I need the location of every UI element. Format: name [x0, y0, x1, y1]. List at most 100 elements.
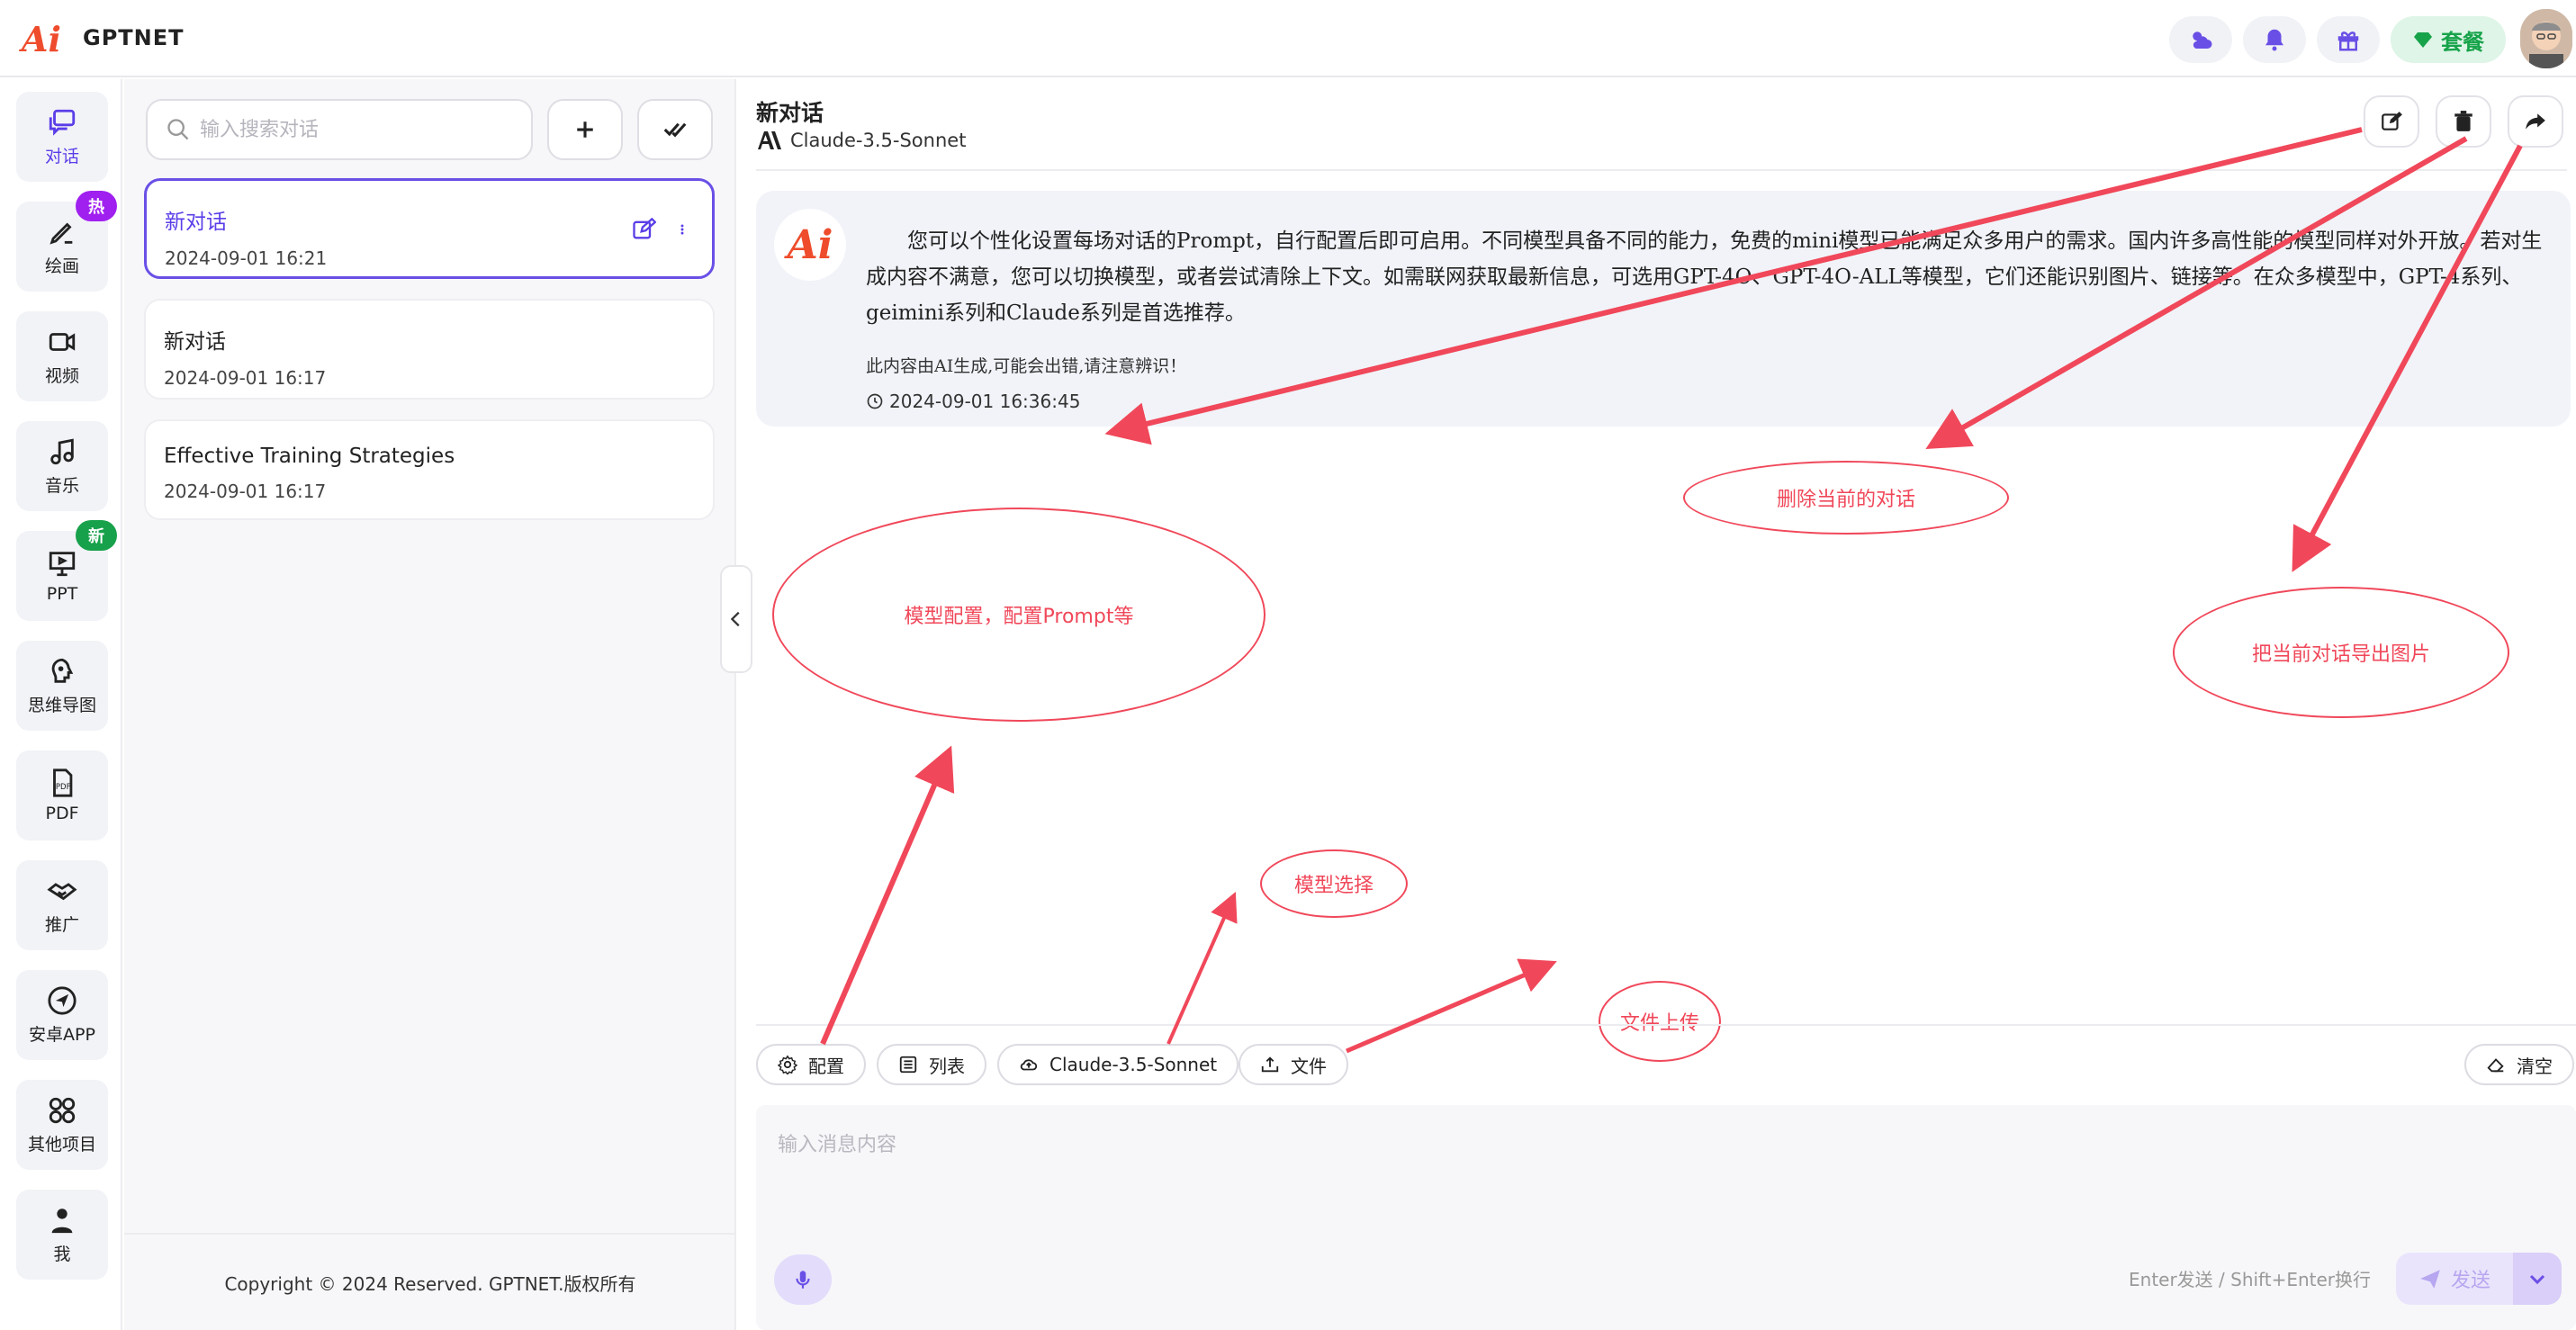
annotation-file-upload: 文件上传: [1599, 981, 1721, 1062]
gift-icon: [2337, 31, 2359, 51]
send-button[interactable]: 发送: [2396, 1253, 2513, 1305]
user-avatar[interactable]: [2520, 9, 2572, 68]
chat-model: Claude-3.5-Sonnet: [756, 130, 966, 151]
edit-icon[interactable]: [631, 217, 656, 242]
model-select-label: Claude-3.5-Sonnet: [1049, 1054, 1218, 1075]
top-bar: Ai GPTNET 套餐: [0, 0, 2576, 77]
gear-icon: [778, 1055, 797, 1074]
edit-icon: [2382, 112, 2402, 130]
assistant-message: Ai 您可以个性化设置每场对话的Prompt，自行配置后即可启用。不同模型具备不…: [756, 191, 2571, 427]
plan-label: 套餐: [2441, 29, 2484, 55]
new-conversation-button[interactable]: [547, 99, 623, 160]
clock-icon: [867, 393, 883, 409]
nav-item-me[interactable]: 我: [16, 1190, 108, 1280]
nav-item-other-projects[interactable]: 其他项目: [16, 1080, 108, 1170]
video-icon: [49, 332, 76, 351]
music-icon: [50, 438, 74, 464]
trash-icon: [2454, 111, 2472, 131]
presentation-icon: [49, 552, 76, 577]
message-time: 2024-09-01 16:36:45: [866, 391, 1080, 412]
app-logo[interactable]: Ai: [22, 20, 65, 59]
message-input[interactable]: [756, 1105, 2556, 1249]
theme-toggle-button[interactable]: [2169, 16, 2232, 63]
conversation-item[interactable]: 新对话 2024-09-01 16:17: [144, 299, 715, 400]
message-composer: Enter发送 / Shift+Enter换行 发送: [756, 1105, 2576, 1330]
search-input[interactable]: [200, 118, 506, 141]
nav-label: 音乐: [44, 475, 79, 496]
config-button[interactable]: 配置: [756, 1044, 866, 1085]
nav-item-mindmap[interactable]: 思维导图: [16, 641, 108, 731]
nav-item-pdf[interactable]: PDF PDF: [16, 750, 108, 840]
handshake-icon: [47, 882, 77, 900]
notifications-button[interactable]: [2243, 16, 2306, 63]
conversation-date: 2024-09-01 16:21: [165, 247, 328, 269]
nav-label: PPT: [46, 584, 78, 604]
nav-item-ppt[interactable]: PPT 新: [16, 520, 117, 621]
chat-title: 新对话: [756, 100, 824, 126]
conversation-title: Effective Training Strategies: [164, 445, 455, 468]
nav-label: 视频: [44, 365, 79, 386]
conversation-date: 2024-09-01 16:17: [164, 367, 327, 389]
grid-icon: [49, 1097, 76, 1123]
annotation-model-select: 模型选择: [1260, 849, 1408, 918]
microphone-icon: [796, 1271, 810, 1289]
header-divider: [756, 169, 2567, 171]
chat-icon: [49, 109, 76, 136]
nav-item-android-app[interactable]: 安卓APP: [16, 970, 108, 1060]
list-label: 列表: [929, 1055, 965, 1077]
gift-button[interactable]: [2317, 16, 2380, 63]
mindmap-icon: [51, 658, 74, 683]
plan-button[interactable]: 套餐: [2391, 16, 2506, 63]
nav-item-promote[interactable]: 推广: [16, 860, 108, 950]
svg-text:PDF: PDF: [56, 783, 71, 792]
edit-config-button[interactable]: [2364, 95, 2419, 148]
search-box: [146, 99, 533, 160]
user-icon: [51, 1208, 73, 1233]
nav-label: 安卓APP: [29, 1024, 95, 1045]
toolbar-divider: [756, 1024, 2576, 1026]
message-text: 您可以个性化设置每场对话的Prompt，自行配置后即可启用。不同模型具备不同的能…: [866, 229, 2543, 325]
upload-icon: [1261, 1056, 1279, 1073]
eraser-icon: [2487, 1058, 2504, 1073]
file-label: 文件: [1291, 1055, 1327, 1077]
nav-item-chat[interactable]: 对话: [16, 92, 108, 182]
clear-button[interactable]: 清空: [2464, 1044, 2574, 1085]
list-icon: [899, 1056, 917, 1074]
clear-label: 清空: [2517, 1055, 2553, 1077]
diamond-icon: [2414, 32, 2432, 48]
pdf-icon: PDF: [53, 768, 73, 797]
paper-plane-icon: [2420, 1270, 2440, 1289]
copyright-text: Copyright © 2024 Reserved. GPTNET.版权所有: [124, 1233, 736, 1330]
nav-item-video[interactable]: 视频: [16, 311, 108, 401]
send-hint: Enter发送 / Shift+Enter换行: [2129, 1269, 2372, 1290]
send-label: 发送: [2450, 1270, 2490, 1292]
weather-theme-icon: [2193, 31, 2212, 49]
nav-label: 绘画: [44, 256, 79, 276]
nav-label: 推广: [44, 914, 79, 935]
nav-label: 对话: [44, 146, 79, 166]
conversation-item[interactable]: 新对话 2024-09-01 16:21: [144, 178, 715, 279]
plus-icon: [577, 121, 593, 138]
avatar-icon: [2520, 9, 2572, 68]
send-options-button[interactable]: [2513, 1253, 2562, 1305]
message-time-label: 2024-09-01 16:36:45: [889, 391, 1081, 412]
nav-label: 其他项目: [27, 1134, 96, 1155]
voice-input-button[interactable]: [774, 1254, 832, 1305]
nav-label: PDF: [45, 804, 79, 823]
batch-select-button[interactable]: [637, 99, 713, 160]
nav-item-draw[interactable]: 绘画 热: [16, 191, 117, 292]
file-upload-button[interactable]: 文件: [1238, 1044, 1348, 1085]
annotation-export: 把当前对话导出图片: [2173, 587, 2509, 718]
model-select-button[interactable]: Claude-3.5-Sonnet: [997, 1044, 1239, 1085]
assistant-avatar: Ai: [774, 209, 846, 281]
conversation-item[interactable]: Effective Training Strategies 2024-09-01…: [144, 419, 715, 520]
list-button[interactable]: 列表: [877, 1044, 986, 1085]
left-nav: 对话 绘画 热 视频 音乐 PPT 新 思维导图 PDF PDF 推广 安卓AP…: [0, 79, 122, 1330]
share-export-button[interactable]: [2508, 95, 2563, 148]
delete-conversation-button[interactable]: [2436, 95, 2491, 148]
search-icon: [167, 119, 189, 140]
double-check-icon: [663, 122, 687, 138]
send-button-group: 发送: [2396, 1253, 2562, 1305]
nav-item-music[interactable]: 音乐: [16, 421, 108, 511]
more-vertical-icon[interactable]: [676, 217, 689, 242]
